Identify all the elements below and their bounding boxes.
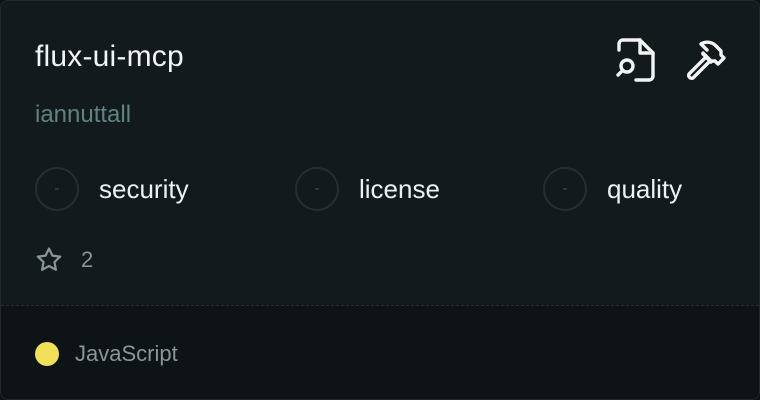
card-footer: JavaScript	[1, 305, 759, 399]
language-name: JavaScript	[75, 341, 178, 366]
language: JavaScript	[35, 340, 178, 368]
document-search-button[interactable]	[613, 37, 659, 83]
license-label: license	[359, 174, 440, 204]
license-badge[interactable]: - license	[295, 165, 440, 213]
hammer-button[interactable]	[681, 37, 727, 83]
security-score: -	[35, 167, 79, 211]
license-score: -	[295, 167, 339, 211]
repo-card[interactable]: flux-ui-mcp iannuttall - security - lice…	[0, 0, 760, 400]
star-icon	[36, 247, 62, 271]
security-label: security	[99, 174, 189, 204]
security-badge[interactable]: - security	[35, 165, 189, 213]
repo-name[interactable]: flux-ui-mcp	[35, 37, 184, 77]
quality-label: quality	[607, 174, 683, 204]
quality-badge[interactable]: - quality	[543, 165, 682, 213]
stars-count: 2	[81, 247, 94, 272]
quality-score: -	[543, 167, 587, 211]
document-search-icon	[616, 38, 655, 82]
repo-owner[interactable]: iannuttall	[35, 99, 131, 131]
hammer-icon	[687, 40, 726, 80]
language-color-dot	[35, 342, 59, 366]
star-count[interactable]: 2	[35, 245, 93, 275]
